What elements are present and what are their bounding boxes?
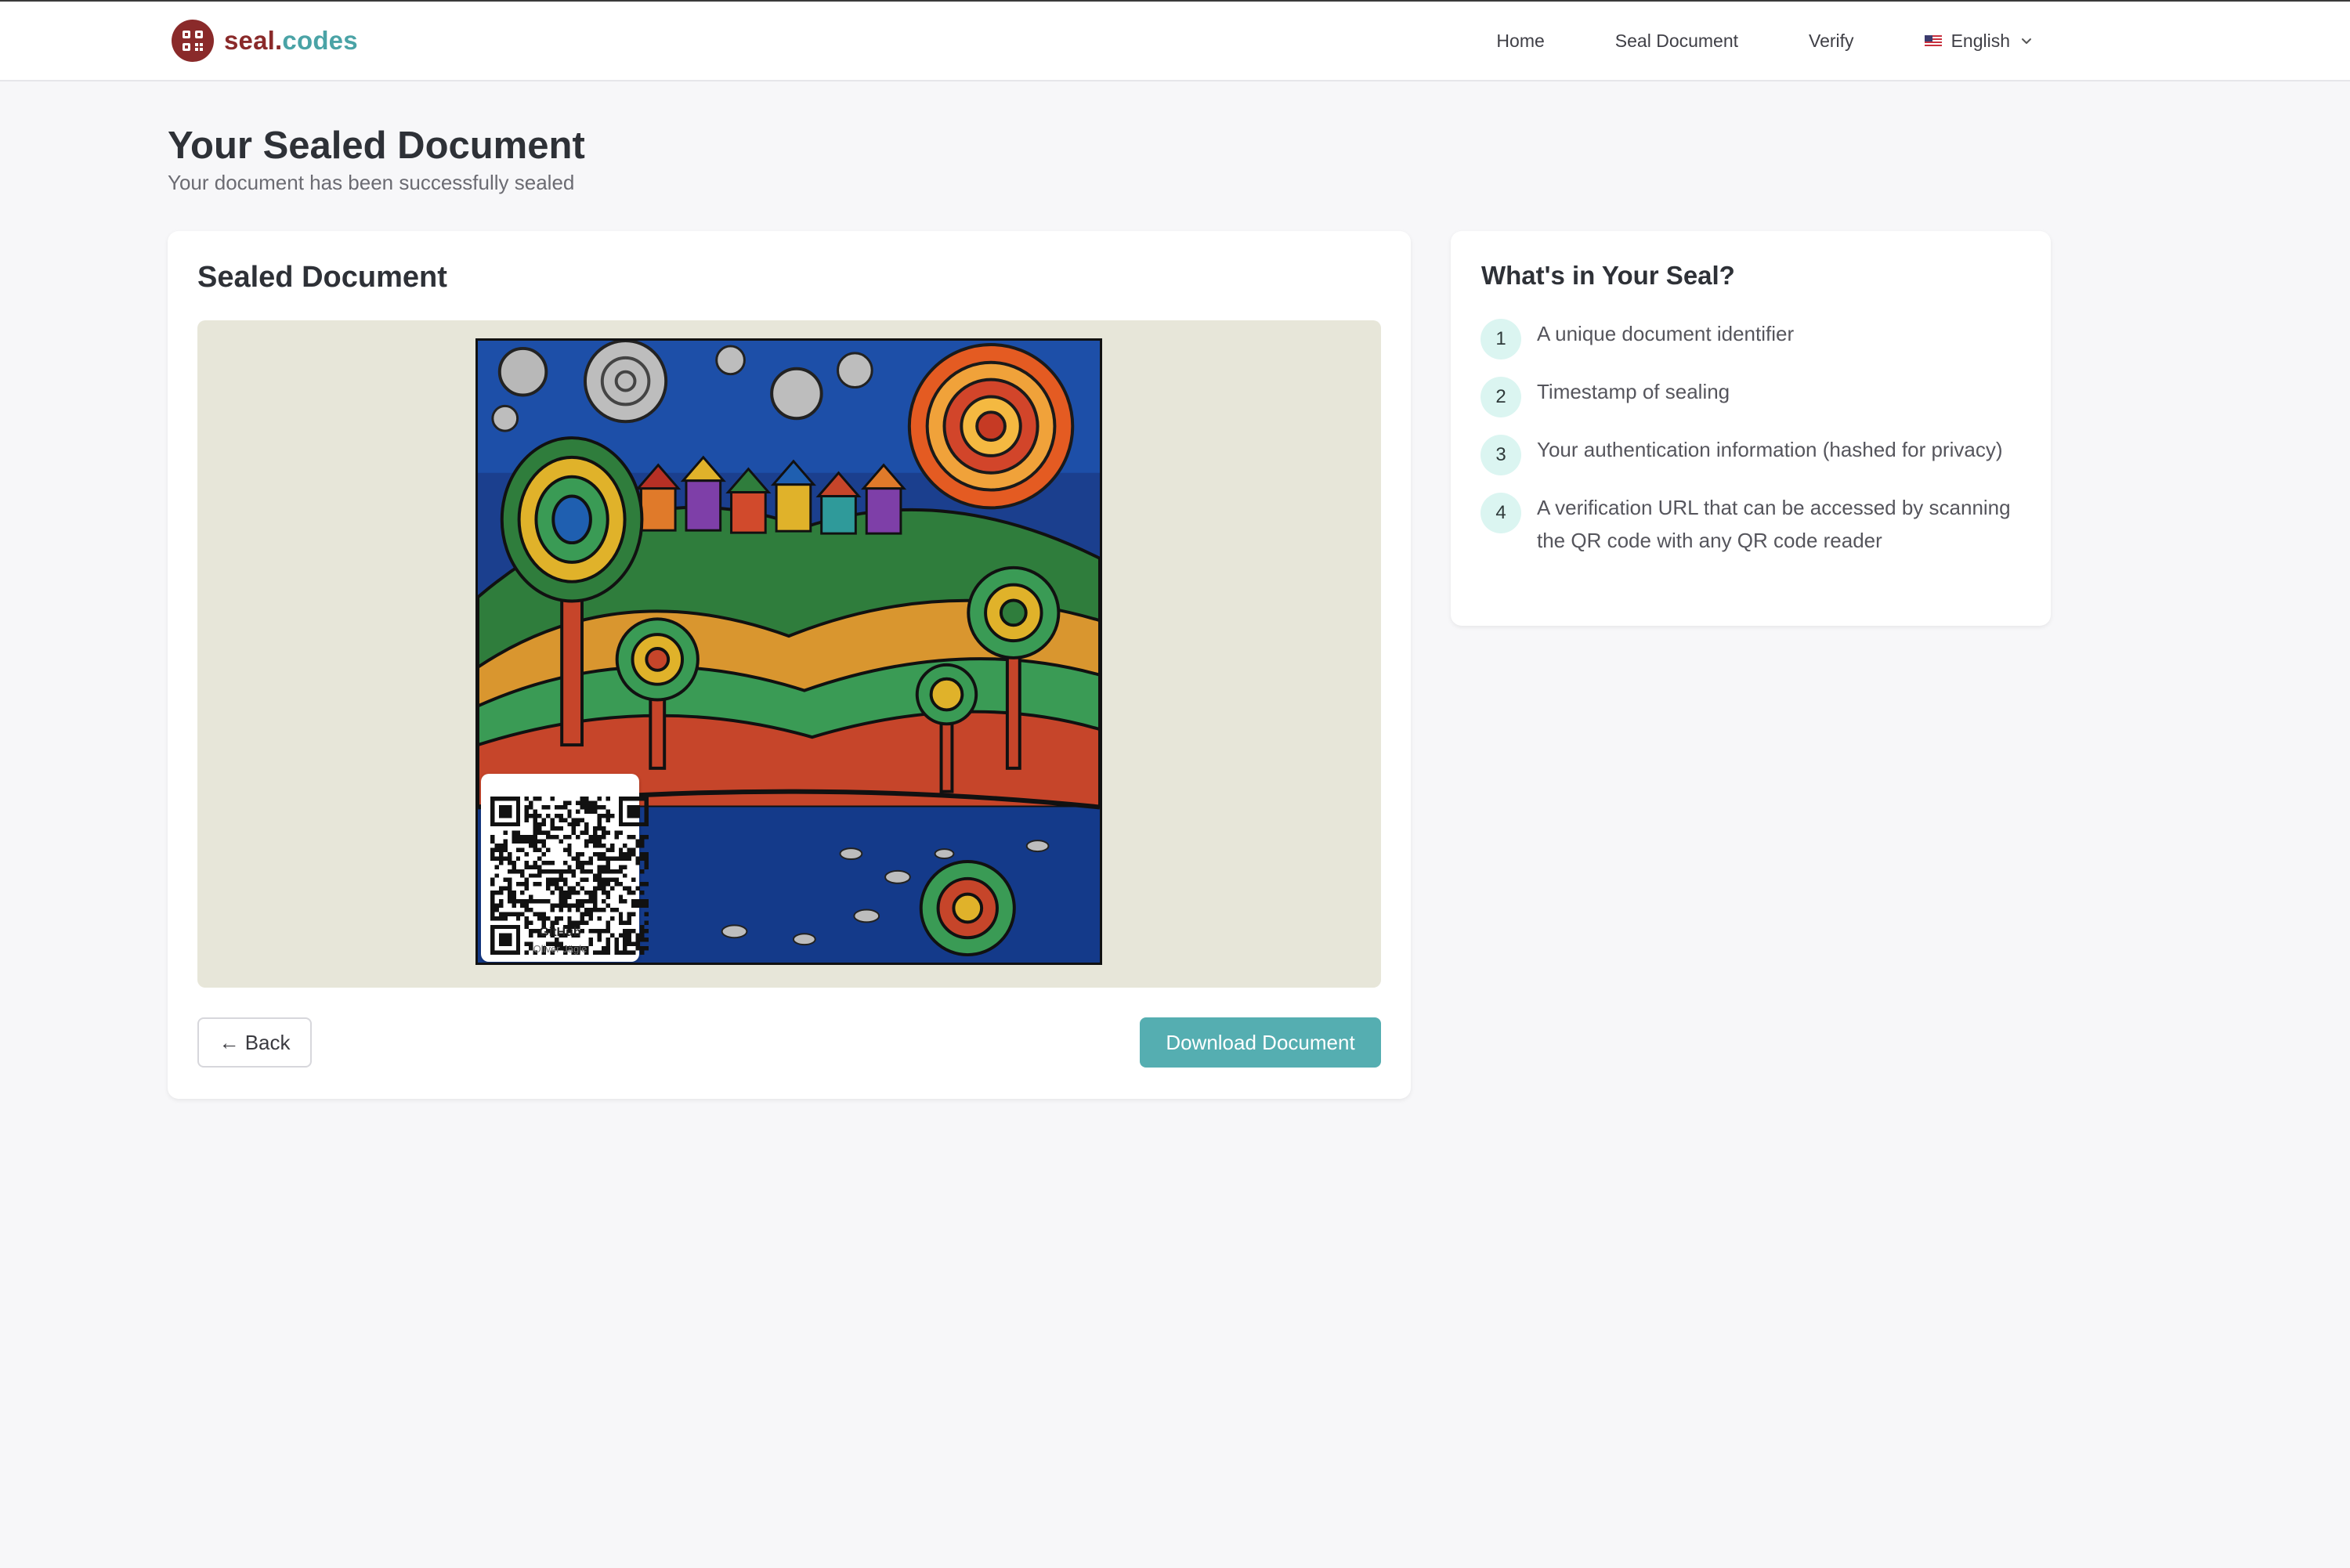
seal-info-list: 1 A unique document identifier 2 Timesta… <box>1480 319 2021 577</box>
chevron-down-icon <box>2022 38 2031 44</box>
language-selector[interactable]: English <box>1924 30 2034 52</box>
brand-name-part1: seal. <box>224 26 283 55</box>
brand[interactable]: seal.codes <box>171 19 358 63</box>
nav-home-link[interactable]: Home <box>1496 31 1544 52</box>
page-title: Your Sealed Document <box>168 125 585 167</box>
qr-badge-title: GitHub <box>539 926 581 939</box>
nav-seal-document-link[interactable]: Seal Document <box>1615 31 1738 52</box>
step-number-badge: 4 <box>1480 493 1521 533</box>
sealed-document-card: Sealed Document GitHub Oliver Jägle ← Ba… <box>168 231 1411 1099</box>
list-item-text: A verification URL that can be accessed … <box>1537 496 2011 552</box>
navbar: seal.codes Home Seal Document Verify Eng… <box>0 2 2350 81</box>
list-item: 4 A verification URL that can be accesse… <box>1480 493 2021 557</box>
list-item: 3 Your authentication information (hashe… <box>1480 435 2021 475</box>
list-item: 2 Timestamp of sealing <box>1480 377 2021 417</box>
qr-badge-owner: Oliver Jägle <box>533 943 588 955</box>
brand-name: seal.codes <box>224 26 358 56</box>
page-subtitle: Your document has been successfully seal… <box>168 171 575 194</box>
language-label: English <box>1950 30 2010 51</box>
step-number-badge: 3 <box>1480 435 1521 475</box>
main-nav: Home Seal Document Verify English <box>1426 2 2034 80</box>
seal-info-heading: What's in Your Seal? <box>1481 261 1735 290</box>
list-item-text: Timestamp of sealing <box>1537 380 1730 403</box>
sealed-document-heading: Sealed Document <box>197 261 447 294</box>
download-document-button[interactable]: Download Document <box>1140 1017 1381 1068</box>
nav-verify-link[interactable]: Verify <box>1809 31 1854 52</box>
step-number-badge: 1 <box>1480 319 1521 359</box>
list-item: 1 A unique document identifier <box>1480 319 2021 359</box>
qr-seal-logo-icon <box>172 20 214 62</box>
qr-code-badge[interactable]: GitHub Oliver Jägle <box>481 774 649 962</box>
brand-name-part2: codes <box>282 26 358 55</box>
back-button[interactable]: ← Back <box>197 1017 312 1068</box>
document-preview: GitHub Oliver Jägle <box>197 320 1381 988</box>
step-number-badge: 2 <box>1480 377 1521 417</box>
sealed-artwork-image: GitHub Oliver Jägle <box>475 338 1102 965</box>
artwork-sun <box>907 342 1075 510</box>
page-header: Your Sealed Document Your document has b… <box>168 122 585 196</box>
seal-info-card: What's in Your Seal? 1 A unique document… <box>1451 231 2051 626</box>
us-flag-icon <box>1924 34 1942 47</box>
list-item-text: Your authentication information (hashed … <box>1537 438 2003 461</box>
list-item-text: A unique document identifier <box>1537 322 1795 345</box>
